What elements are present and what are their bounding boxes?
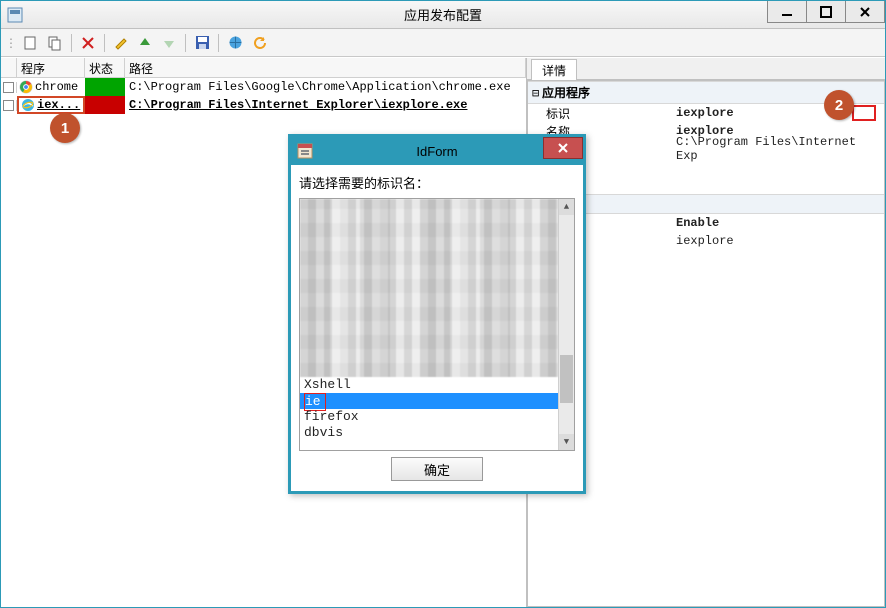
delete-button[interactable] [78, 33, 98, 53]
scroll-track[interactable] [559, 215, 574, 434]
row-path: C:\Program Files\Google\Chrome\Applicati… [125, 80, 526, 94]
col-path[interactable]: 路径 [125, 58, 526, 77]
move-down-button[interactable] [159, 33, 179, 53]
table-header: 程序 状态 路径 [1, 58, 526, 78]
ok-button[interactable]: 确定 [391, 457, 483, 481]
idform-dialog: IdForm 请选择需要的标识名： Xshell ie firefox dbvi… [288, 134, 586, 494]
web-button[interactable] [225, 33, 245, 53]
list-item[interactable]: Xshell [300, 377, 558, 393]
row-state [85, 78, 125, 96]
refresh-button[interactable] [249, 33, 269, 53]
row-checkbox[interactable] [3, 82, 14, 93]
id-listbox[interactable]: Xshell ie firefox dbvis ▲ ▼ [299, 198, 575, 451]
dialog-body: 请选择需要的标识名： Xshell ie firefox dbvis ▲ ▼ 确… [291, 165, 583, 491]
annotation-badge-2: 2 [824, 90, 854, 120]
scroll-down-button[interactable]: ▼ [559, 434, 574, 450]
dialog-title: IdForm [291, 144, 583, 159]
blurred-items [300, 199, 558, 377]
ie-icon [21, 98, 35, 112]
col-program[interactable]: 程序 [17, 58, 85, 77]
dialog-titlebar: IdForm [291, 137, 583, 165]
toolbar: ⋮ [1, 29, 885, 57]
row-program-name: chrome [35, 80, 78, 94]
copy-button[interactable] [45, 33, 65, 53]
dialog-footer: 确定 [299, 451, 575, 487]
close-button[interactable] [845, 1, 885, 23]
row-program-name: iex... [37, 98, 80, 112]
titlebar: 应用发布配置 [1, 1, 885, 29]
highlight-rect [852, 105, 876, 121]
minimize-button[interactable] [767, 1, 807, 23]
window-buttons [768, 1, 885, 23]
dialog-icon [297, 143, 313, 159]
edit-button[interactable] [111, 33, 131, 53]
list-item[interactable]: firefox [300, 409, 558, 425]
annotation-badge-1: 1 [50, 113, 80, 143]
list-item-selected[interactable]: ie [300, 393, 558, 409]
table-row[interactable]: chrome C:\Program Files\Google\Chrome\Ap… [1, 78, 526, 96]
save-button[interactable] [192, 33, 212, 53]
scroll-up-button[interactable]: ▲ [559, 199, 574, 215]
list-item[interactable]: dbvis [300, 425, 558, 441]
move-up-button[interactable] [135, 33, 155, 53]
maximize-button[interactable] [806, 1, 846, 23]
row-state [85, 96, 125, 114]
toolbar-grip: ⋮ [5, 36, 17, 50]
row-path: C:\Program Files\Internet Explorer\iexpl… [125, 98, 526, 112]
table-row[interactable]: iex... C:\Program Files\Internet Explore… [1, 96, 526, 114]
chrome-icon [19, 80, 33, 94]
app-icon [7, 7, 23, 23]
listbox-scrollbar[interactable]: ▲ ▼ [558, 199, 574, 450]
window-title: 应用发布配置 [1, 5, 885, 24]
row-checkbox[interactable] [3, 100, 14, 111]
dialog-close-button[interactable] [543, 137, 583, 159]
tab-details[interactable]: 详情 [531, 59, 577, 80]
dialog-prompt: 请选择需要的标识名： [299, 173, 575, 192]
scroll-thumb[interactable] [560, 355, 573, 403]
details-tabs: 详情 [527, 58, 885, 80]
col-state[interactable]: 状态 [85, 58, 125, 77]
new-button[interactable] [21, 33, 41, 53]
